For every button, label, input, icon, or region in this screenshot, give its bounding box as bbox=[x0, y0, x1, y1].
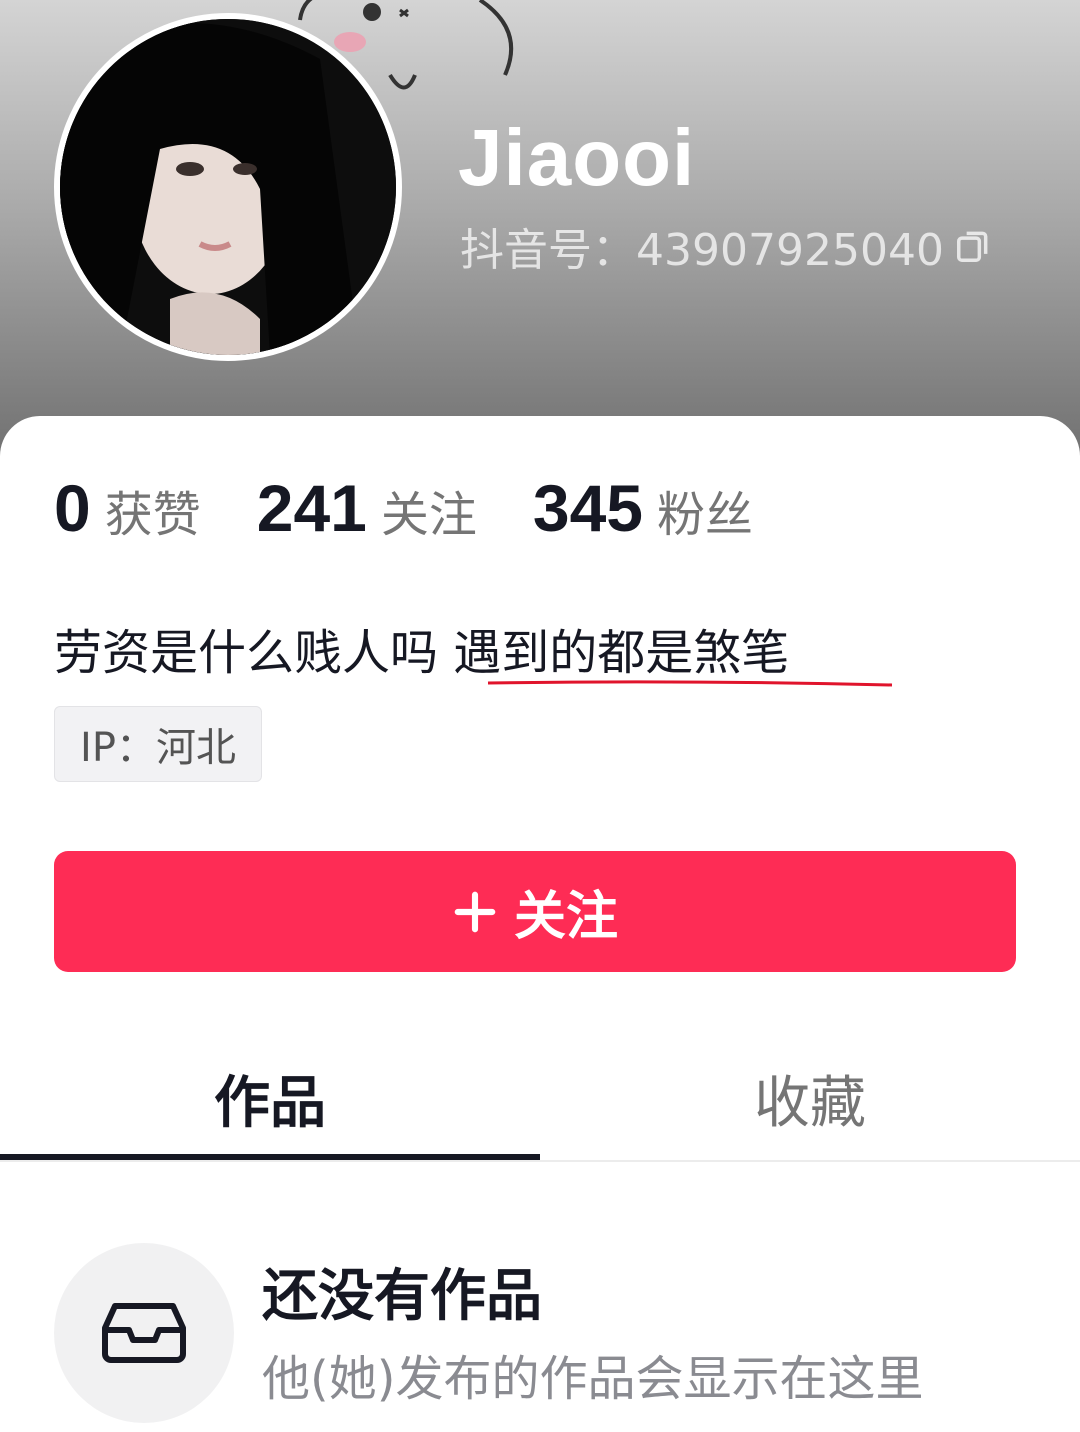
follow-button[interactable]: 关注 bbox=[54, 851, 1016, 972]
douyin-id-text: 抖音号：43907925040 bbox=[460, 225, 944, 276]
tab-works[interactable]: 作品 bbox=[0, 1040, 540, 1156]
empty-state-subtitle: 他(她)发布的作品会显示在这里 bbox=[262, 1351, 924, 1407]
stat-followers-value: 345 bbox=[532, 471, 643, 545]
tab-divider bbox=[0, 1160, 1080, 1162]
content-tabs: 作品 收藏 bbox=[0, 1040, 1080, 1162]
stat-following-label: 关注 bbox=[380, 487, 477, 543]
username: Jiaooi bbox=[458, 113, 696, 202]
avatar[interactable] bbox=[54, 13, 402, 361]
follow-button-label: 关注 bbox=[513, 887, 618, 947]
profile-header: Jiaooi 抖音号：43907925040 bbox=[0, 0, 1080, 470]
plus-icon bbox=[454, 891, 496, 932]
stat-likes-value: 0 bbox=[54, 471, 91, 545]
douyin-id-row[interactable]: 抖音号：43907925040 bbox=[460, 218, 992, 276]
stat-followers-label: 粉丝 bbox=[657, 487, 754, 543]
stats-row: 0 获赞 241 关注 345 粉丝 bbox=[54, 470, 809, 550]
copy-icon[interactable] bbox=[954, 227, 992, 265]
empty-state-title: 还没有作品 bbox=[262, 1264, 542, 1329]
bio-underline-mark bbox=[487, 680, 893, 687]
stat-following[interactable]: 241 关注 bbox=[257, 470, 477, 546]
stat-likes[interactable]: 0 获赞 bbox=[54, 470, 201, 546]
avatar-photo bbox=[60, 19, 396, 355]
tab-favorites[interactable]: 收藏 bbox=[540, 1040, 1080, 1156]
stat-followers[interactable]: 345 粉丝 bbox=[533, 470, 753, 546]
stat-likes-label: 获赞 bbox=[104, 487, 201, 543]
inbox-tray-icon bbox=[102, 1303, 186, 1363]
empty-state-icon-circle bbox=[54, 1243, 234, 1423]
ip-location-tag: IP：河北 bbox=[54, 706, 262, 782]
stat-following-value: 241 bbox=[256, 471, 367, 545]
